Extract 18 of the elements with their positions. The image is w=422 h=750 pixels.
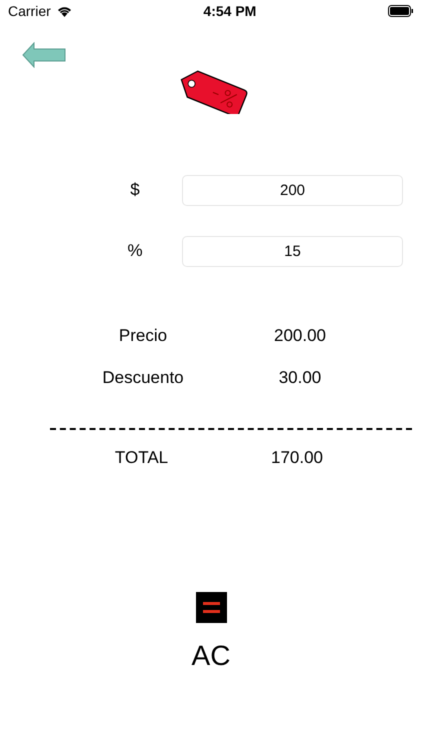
carrier-name: Carrier <box>8 3 51 19</box>
status-time: 4:54 PM <box>203 3 256 19</box>
input-field[interactable]: 15 <box>182 236 403 266</box>
left-arrow-icon <box>22 42 66 68</box>
equals-button[interactable] <box>196 592 226 623</box>
summary-value: 200.00 <box>274 326 326 346</box>
battery-icon <box>388 5 414 17</box>
summary-label: Precio <box>118 326 168 346</box>
input-label: % <box>126 241 144 261</box>
total-label: TOTAL <box>114 448 168 468</box>
wifi-icon <box>56 6 72 16</box>
summary-value: 30.00 <box>278 368 322 388</box>
total-value: 170.00 <box>271 448 323 468</box>
back-button[interactable] <box>22 42 66 68</box>
input-label: $ <box>129 180 141 200</box>
clear-button[interactable]: AC <box>188 638 234 674</box>
input-field[interactable]: 200 <box>182 174 403 206</box>
summary-label: Descuento <box>102 368 184 388</box>
